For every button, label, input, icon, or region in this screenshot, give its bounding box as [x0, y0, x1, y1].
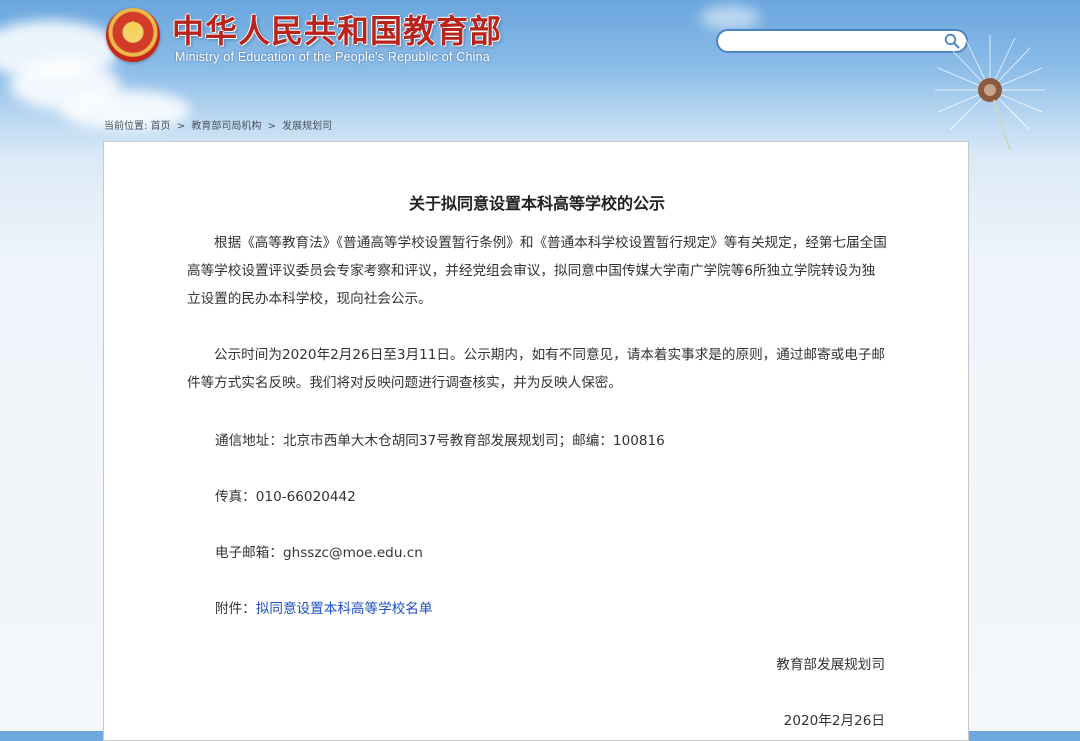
site-subtitle: Ministry of Education of the People's Re… [175, 50, 490, 64]
attachment-line: 附件：拟同意设置本科高等学校名单 [215, 597, 433, 617]
breadcrumb-label: 当前位置: [104, 121, 148, 132]
article-paragraph: 公示时间为2020年2月26日至3月11日。公示期内，如有不同意见，请本着实事求… [187, 341, 887, 397]
article-panel: 关于拟同意设置本科高等学校的公示 根据《高等教育法》《普通高等学校设置暂行条例》… [103, 141, 969, 741]
paragraph-text: 根据《高等教育法》《普通高等学校设置暂行条例》和《普通本科学校设置暂行规定》等有… [187, 235, 887, 307]
breadcrumb: 当前位置: 首页 > 教育部司局机构 > 发展规划司 [104, 117, 332, 132]
search-input[interactable] [728, 33, 942, 51]
breadcrumb-home[interactable]: 首页 [151, 121, 171, 132]
dandelion-decoration [935, 35, 1045, 150]
attachment-label: 附件： [215, 601, 256, 617]
site-title[interactable]: 中华人民共和国教育部 [172, 6, 502, 52]
contact-email: 电子邮箱：ghsszc@moe.edu.cn [215, 545, 423, 561]
breadcrumb-separator: > [176, 121, 186, 132]
contact-address: 通信地址：北京市西单大木仓胡同37号教育部发展规划司；邮编：100816 [215, 433, 665, 449]
attachment-link[interactable]: 拟同意设置本科高等学校名单 [256, 601, 433, 617]
breadcrumb-separator: > [267, 121, 276, 132]
article-title: 关于拟同意设置本科高等学校的公示 [408, 194, 665, 213]
breadcrumb-planning-dept[interactable]: 发展规划司 [282, 121, 332, 132]
article-paragraph: 根据《高等教育法》《普通高等学校设置暂行条例》和《普通本科学校设置暂行规定》等有… [187, 229, 887, 313]
paragraph-text: 公示时间为2020年2月26日至3月11日。公示期内，如有不同意见，请本着实事求… [187, 347, 886, 391]
publish-date: 2020年2月26日 [783, 713, 885, 729]
signature: 教育部发展规划司 [776, 657, 885, 673]
contact-fax: 传真：010-66020442 [215, 489, 356, 505]
breadcrumb-departments[interactable]: 教育部司局机构 [191, 121, 261, 132]
national-emblem-icon[interactable]: ★ [106, 8, 160, 62]
